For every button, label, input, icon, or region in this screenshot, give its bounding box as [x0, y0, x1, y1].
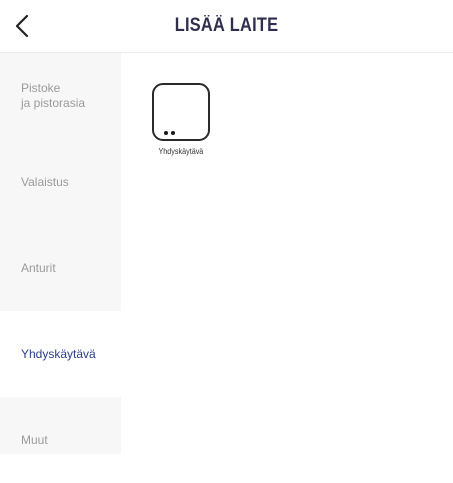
chevron-left-icon — [15, 14, 29, 38]
indicator-dot — [171, 131, 175, 135]
device-grid: Yhdyskäytävä — [121, 53, 453, 454]
sidebar-item-gateway[interactable]: Yhdyskäytävä — [0, 311, 121, 397]
device-tile-gateway[interactable]: Yhdyskäytävä — [149, 83, 213, 156]
category-sidebar: Pistoke ja pistorasia Valaistus Anturit … — [0, 53, 121, 454]
sidebar-item-label: Pistoke ja pistorasia — [21, 81, 86, 110]
sidebar-item-lighting[interactable]: Valaistus — [0, 139, 121, 225]
sidebar-item-label: Yhdyskäytävä — [21, 346, 96, 361]
sidebar-item-other[interactable]: Muut — [0, 397, 121, 483]
sidebar-item-label: Valaistus — [21, 174, 69, 189]
sidebar-item-sensors[interactable]: Anturit — [0, 225, 121, 311]
page-title: LISÄÄ LAITE — [174, 15, 279, 36]
top-bar: LISÄÄ LAITE — [0, 0, 453, 53]
gateway-device-icon — [152, 83, 210, 141]
sidebar-item-label: Muut — [21, 432, 48, 447]
sidebar-item-plug[interactable]: Pistoke ja pistorasia — [0, 53, 121, 139]
sidebar-item-label: Anturit — [21, 260, 56, 275]
device-label: Yhdyskäytävä — [158, 147, 204, 156]
indicator-dot — [164, 131, 168, 135]
